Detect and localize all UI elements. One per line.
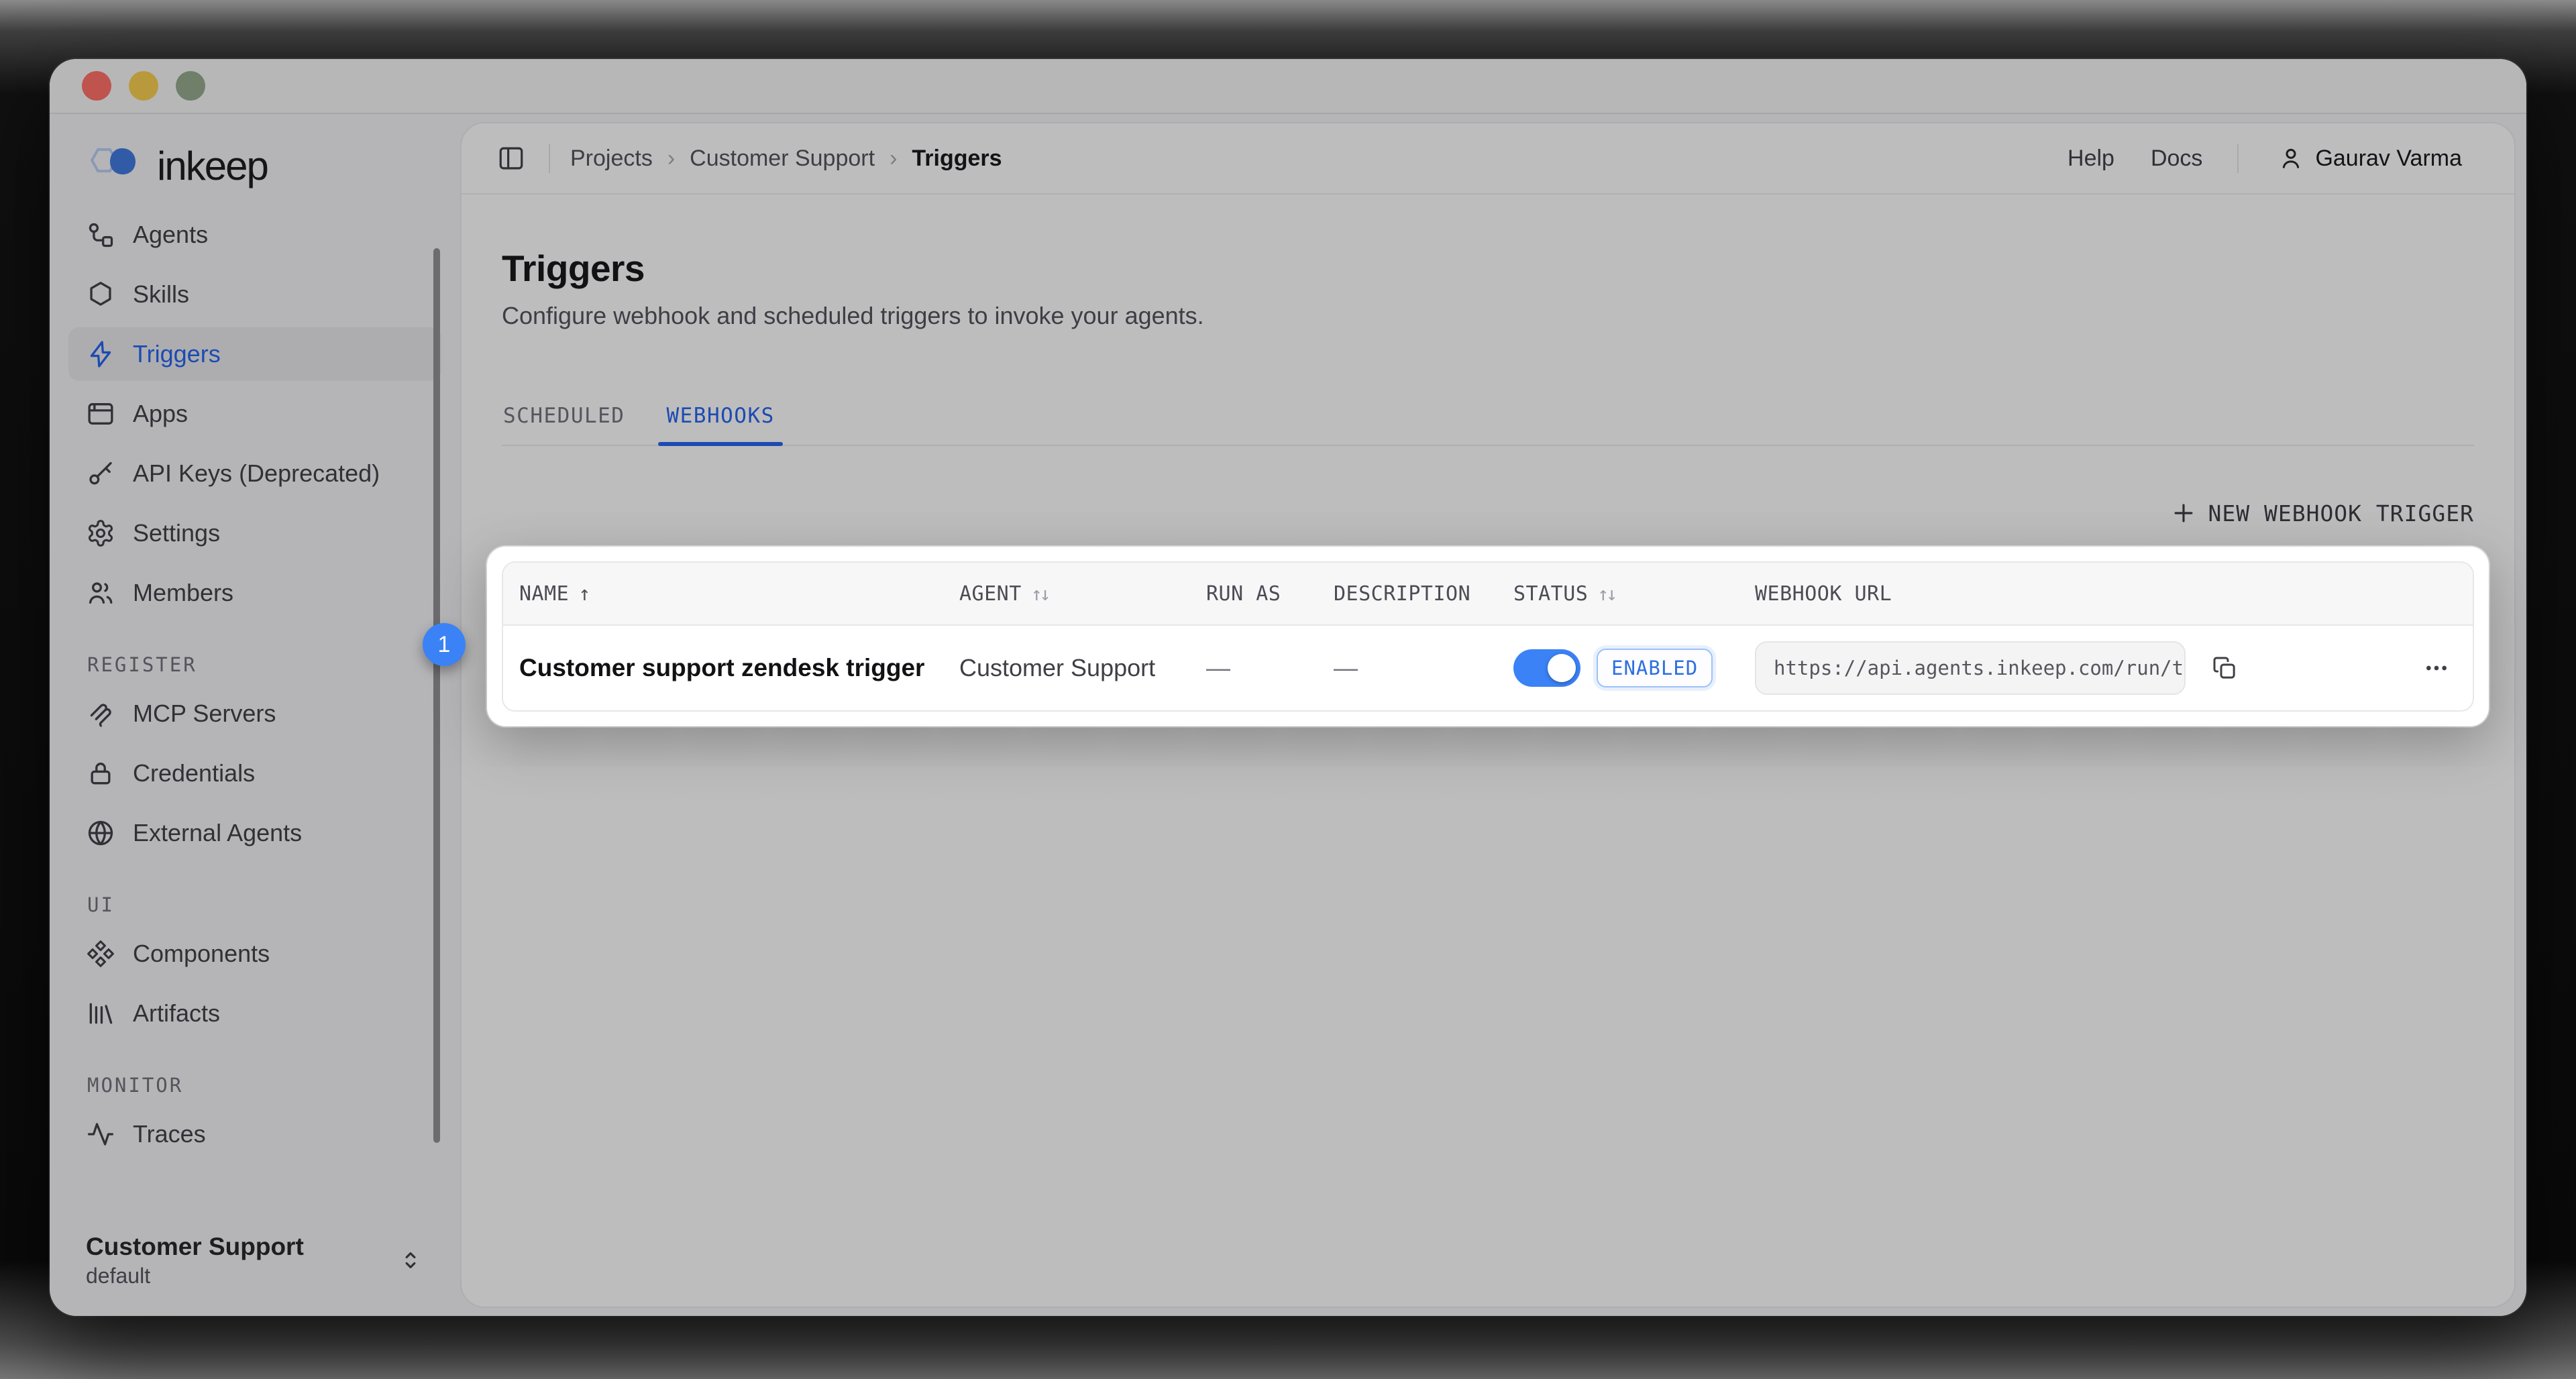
- column-label: DESCRIPTION: [1334, 582, 1470, 606]
- trigger-run-as-cell: —: [1190, 654, 1318, 682]
- column-header-name[interactable]: NAME ↑: [503, 582, 943, 606]
- trigger-name-cell: Customer support zendesk trigger: [503, 654, 943, 682]
- trigger-status-cell: ENABLED: [1497, 649, 1739, 687]
- column-header-description: DESCRIPTION: [1318, 582, 1497, 606]
- annotation-step-badge: 1: [423, 623, 466, 666]
- webhook-url-field[interactable]: https://api.agents.inkeep.com/run/tenant…: [1755, 641, 2186, 695]
- copy-icon[interactable]: [2211, 655, 2238, 681]
- table-header-row: NAME ↑ AGENT ↑↓ RUN AS: [503, 563, 2473, 626]
- webhooks-table: NAME ↑ AGENT ↑↓ RUN AS: [502, 561, 2474, 712]
- screenshot-stage: inkeep Agents: [0, 0, 2576, 1379]
- column-label: NAME: [519, 582, 569, 606]
- webhooks-table-card: NAME ↑ AGENT ↑↓ RUN AS: [487, 547, 2489, 726]
- trigger-description-cell: —: [1318, 654, 1497, 682]
- column-header-run-as: RUN AS: [1190, 582, 1318, 606]
- column-label: WEBHOOK URL: [1755, 582, 1892, 606]
- row-actions-menu-button[interactable]: [2423, 655, 2450, 681]
- column-label: AGENT: [959, 582, 1022, 606]
- sort-both-icon: ↑↓: [1597, 583, 1615, 605]
- column-header-webhook-url: WEBHOOK URL: [1739, 582, 2473, 606]
- status-toggle[interactable]: [1513, 649, 1580, 687]
- sort-asc-icon: ↑: [578, 582, 591, 606]
- column-header-status[interactable]: STATUS ↑↓: [1497, 582, 1739, 606]
- column-label: RUN AS: [1206, 582, 1281, 606]
- status-badge: ENABLED: [1597, 649, 1713, 687]
- column-label: STATUS: [1513, 582, 1588, 606]
- column-header-agent[interactable]: AGENT ↑↓: [943, 582, 1190, 606]
- trigger-agent-cell: Customer Support: [943, 654, 1190, 682]
- table-row[interactable]: Customer support zendesk trigger Custome…: [503, 626, 2473, 710]
- sort-both-icon: ↑↓: [1031, 583, 1049, 605]
- trigger-webhook-url-cell: https://api.agents.inkeep.com/run/tenant…: [1739, 641, 2473, 695]
- app-window: inkeep Agents: [50, 59, 2526, 1316]
